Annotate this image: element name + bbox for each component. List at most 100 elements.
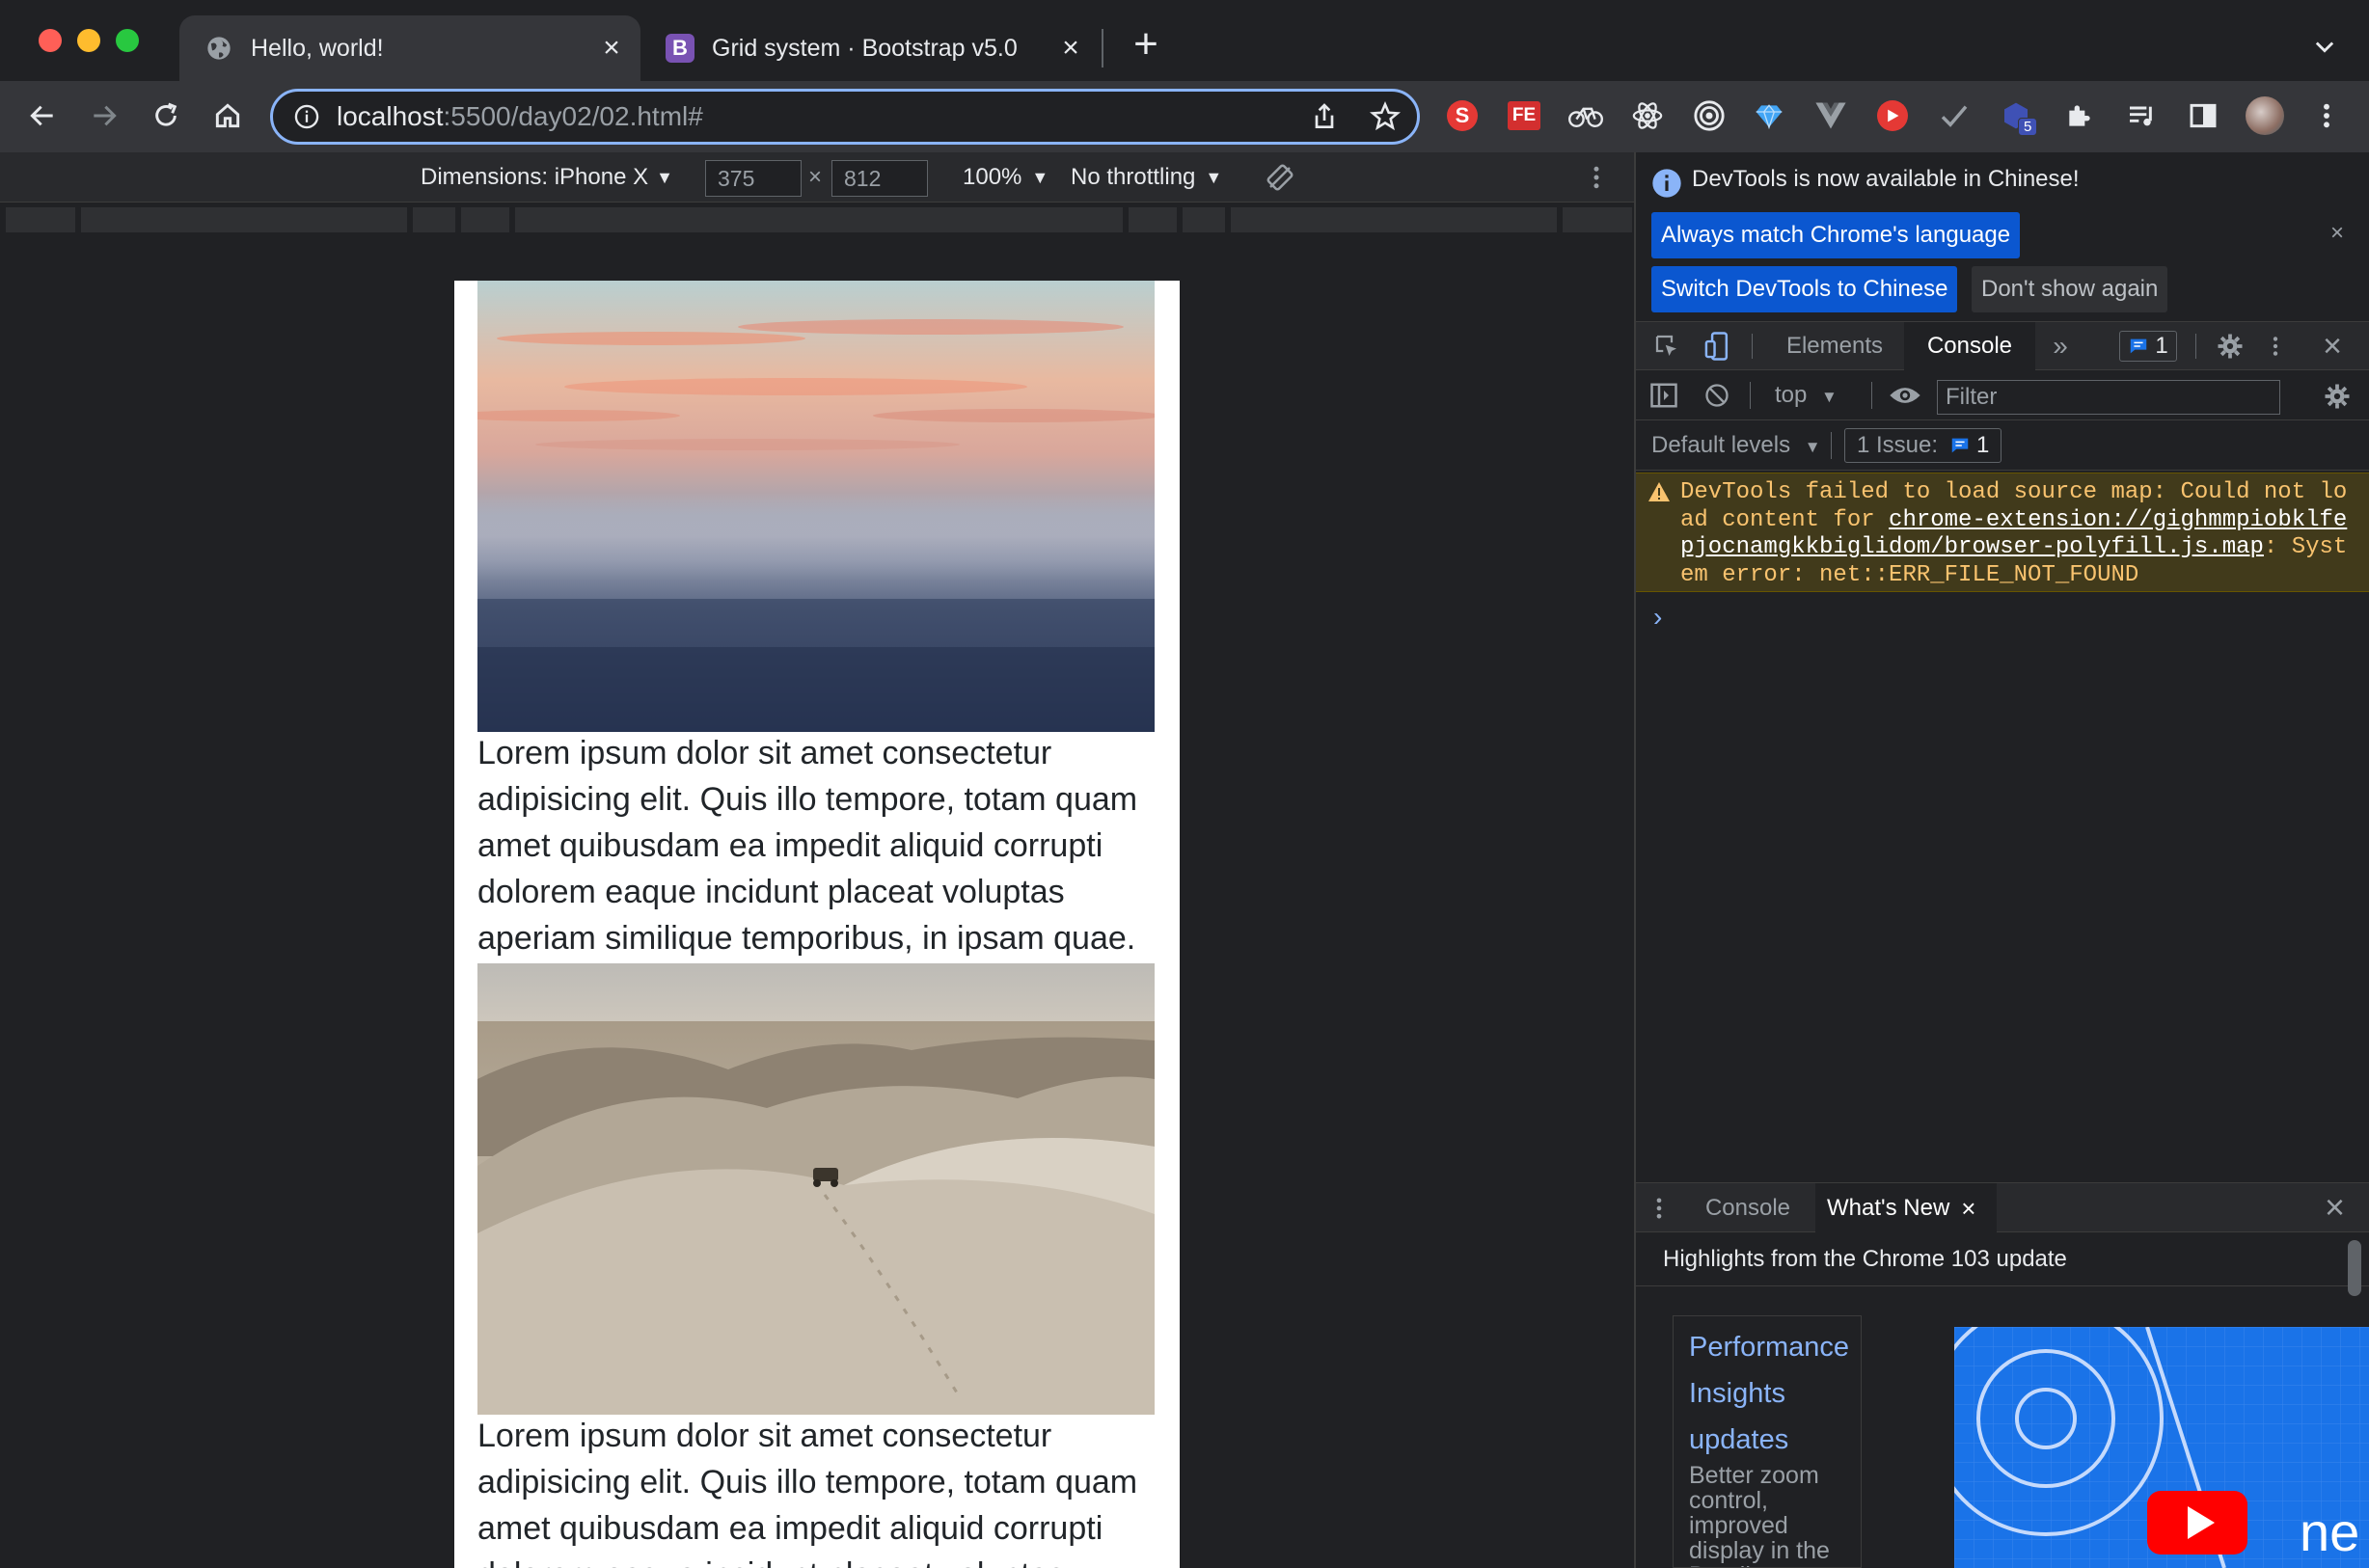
tab-search-icon[interactable] [2311, 33, 2338, 60]
side-panel-icon[interactable] [2184, 96, 2222, 135]
extension-badge: 5 [2018, 118, 2038, 136]
close-window-button[interactable] [39, 29, 62, 52]
device-height-input[interactable]: 812 [831, 160, 928, 197]
media-queue-icon[interactable] [2122, 96, 2161, 135]
device-width-input[interactable]: 375 [705, 160, 802, 197]
tab-elements[interactable]: Elements [1765, 322, 1904, 370]
close-infobar-icon[interactable]: × [2330, 220, 2344, 247]
back-icon[interactable] [21, 95, 64, 137]
tab-title: Hello, world! [251, 34, 384, 62]
home-icon[interactable] [206, 95, 249, 137]
ruler-segment[interactable] [1231, 207, 1557, 232]
throttling-select[interactable]: No throttling ▼ [1071, 152, 1222, 203]
dropdown-arrow-icon: ▼ [1804, 438, 1821, 456]
dropdown-arrow-icon: ▼ [656, 167, 673, 187]
device-dimensions-select[interactable]: Dimensions: iPhone X ▼ [421, 152, 673, 203]
drawer-scrollbar[interactable] [2348, 1240, 2361, 1296]
vue-devtools-icon[interactable] [1811, 96, 1850, 135]
whats-new-card[interactable]: Performance Insights updates Better zoom… [1673, 1315, 1862, 1568]
reload-icon[interactable] [145, 95, 187, 137]
dont-show-again-button[interactable]: Don't show again [1972, 266, 2168, 312]
chrome-menu-icon[interactable] [2307, 96, 2346, 135]
console-input[interactable] [1678, 598, 2354, 636]
ruler-segment[interactable] [515, 207, 1123, 232]
new-tab-icon[interactable]: + [1127, 23, 1165, 66]
ruler-segment[interactable] [1563, 207, 1632, 232]
sogou-extension-icon[interactable]: S [1443, 96, 1482, 135]
close-tab-icon[interactable]: × [1961, 1194, 1975, 1224]
tab-bootstrap-grid[interactable]: B Grid system · Bootstrap v5.0 × [640, 15, 1100, 81]
ruler-segment[interactable] [413, 207, 455, 232]
device-screen: Lorem ipsum dolor sit amet consectetur a… [454, 281, 1180, 1568]
device-toggle-icon[interactable] [1696, 322, 1738, 370]
whats-new-heading: Highlights from the Chrome 103 update [1636, 1232, 2369, 1286]
drawer-tab-console[interactable]: Console [1684, 1183, 1811, 1233]
drawer-tab-bar: Console What's New × × [1636, 1182, 2369, 1233]
message-icon [1949, 435, 1971, 456]
ruler-segment[interactable] [1129, 207, 1177, 232]
target-extension-icon[interactable] [1690, 96, 1729, 135]
device-toolbar-more-icon[interactable] [1592, 152, 1601, 203]
dropdown-arrow-icon: ▼ [1031, 167, 1049, 187]
context-select[interactable]: top ▼ [1775, 382, 1838, 409]
close-drawer-icon[interactable]: × [2325, 1187, 2345, 1228]
url-host: localhost [337, 101, 444, 131]
share-icon[interactable] [1309, 101, 1340, 137]
live-expression-eye-icon[interactable] [1889, 382, 1921, 414]
sidebar-toggle-icon[interactable] [1649, 382, 1678, 414]
ruler-segment[interactable] [6, 207, 75, 232]
infobar-text: DevTools is now available in Chinese! [1692, 166, 2080, 192]
console-prompt[interactable]: › [1653, 602, 1662, 633]
desert-dunes-image [477, 963, 1155, 1415]
issues-counter[interactable]: 1 [2114, 322, 2182, 370]
rotate-icon[interactable] [1266, 152, 1294, 203]
inspect-element-icon[interactable] [1646, 322, 1688, 370]
console-filter-input[interactable]: Filter [1937, 380, 2280, 415]
issues-count: 1 [1976, 432, 1990, 458]
zoom-select[interactable]: 100% ▼ [963, 152, 1048, 203]
tab-console[interactable]: Console [1904, 322, 2035, 370]
tab-hello-world[interactable]: Hello, world! × [179, 15, 640, 81]
maximize-window-button[interactable] [116, 29, 139, 52]
card-title[interactable]: Performance Insights updates [1689, 1324, 1861, 1463]
bike-extension-icon[interactable] [1566, 96, 1605, 135]
bookmark-star-icon[interactable] [1369, 100, 1402, 138]
tab-divider [1752, 334, 1753, 359]
more-tabs-icon[interactable]: » [2039, 322, 2082, 370]
hexagon-extension-icon[interactable]: 5 [1997, 96, 2038, 136]
console-levels-bar: Default levels ▼ 1 Issue: 1 [1636, 420, 2369, 471]
site-info-icon[interactable] [292, 102, 321, 131]
drawer-tab-whats-new[interactable]: What's New × [1815, 1183, 1997, 1233]
log-levels-select[interactable]: Default levels ▼ [1651, 432, 1821, 459]
gem-extension-icon[interactable] [1750, 96, 1788, 135]
devtools-menu-icon[interactable] [2261, 322, 2290, 370]
minimize-window-button[interactable] [77, 29, 100, 52]
whats-new-video-thumbnail[interactable]: ne [1954, 1327, 2369, 1568]
ruler-segment[interactable] [461, 207, 509, 232]
message-icon [2128, 336, 2149, 357]
profile-avatar[interactable] [2246, 96, 2284, 135]
forward-icon[interactable] [83, 95, 125, 137]
ruler-segment[interactable] [1183, 207, 1225, 232]
check-extension-icon[interactable] [1935, 96, 1974, 135]
video-extension-icon[interactable] [1873, 96, 1912, 135]
whats-new-label: What's New [1827, 1195, 1950, 1221]
device-dimensions-label: Dimensions: iPhone X [421, 164, 649, 190]
clear-console-icon[interactable] [1703, 382, 1730, 414]
issues-button[interactable]: 1 Issue: 1 [1844, 428, 2002, 463]
zoom-label: 100% [963, 164, 1022, 190]
fe-helper-extension-icon[interactable]: FE [1505, 96, 1543, 135]
address-bar[interactable]: localhost:5500/day02/02.html# [270, 89, 1420, 145]
always-match-language-button[interactable]: Always match Chrome's language [1651, 212, 2021, 258]
extensions-puzzle-icon[interactable] [2060, 96, 2099, 135]
close-tab-icon[interactable]: × [596, 32, 627, 64]
switch-to-chinese-button[interactable]: Switch DevTools to Chinese [1651, 266, 1958, 312]
issues-label: 1 Issue: [1857, 432, 1939, 458]
console-settings-gear-icon[interactable] [2323, 382, 2352, 416]
settings-gear-icon[interactable] [2209, 322, 2251, 370]
drawer-menu-icon[interactable] [1655, 1195, 1663, 1227]
react-devtools-icon[interactable] [1628, 96, 1667, 135]
close-devtools-icon[interactable]: × [2311, 322, 2354, 370]
close-tab-icon[interactable]: × [1055, 32, 1086, 64]
ruler-segment[interactable] [81, 207, 407, 232]
